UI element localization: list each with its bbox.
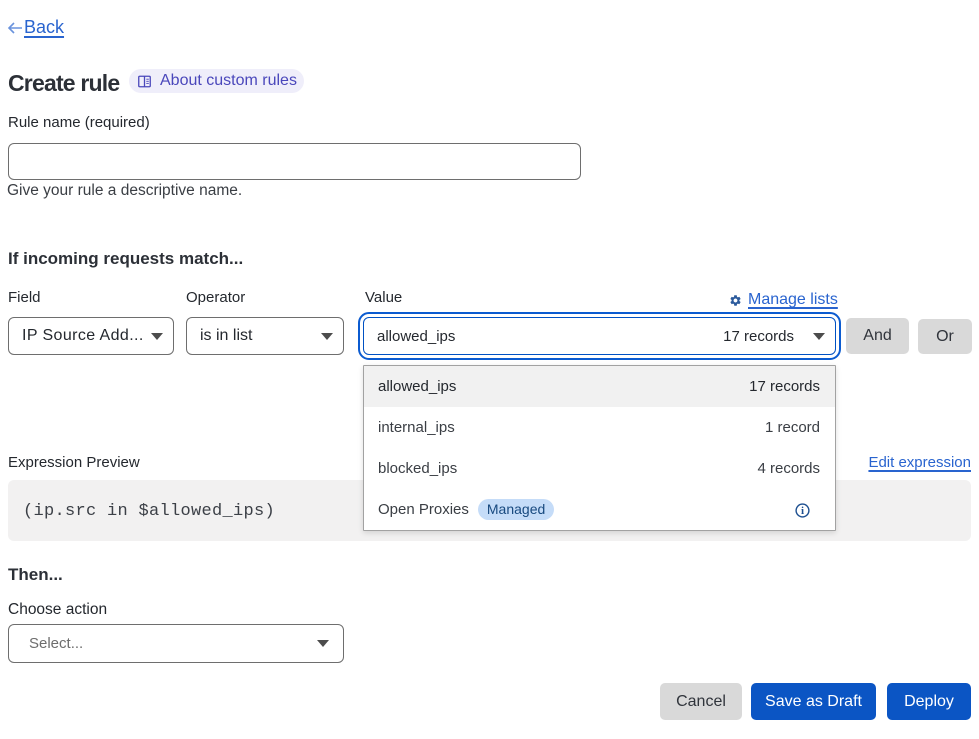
svg-text:i: i	[801, 505, 804, 517]
